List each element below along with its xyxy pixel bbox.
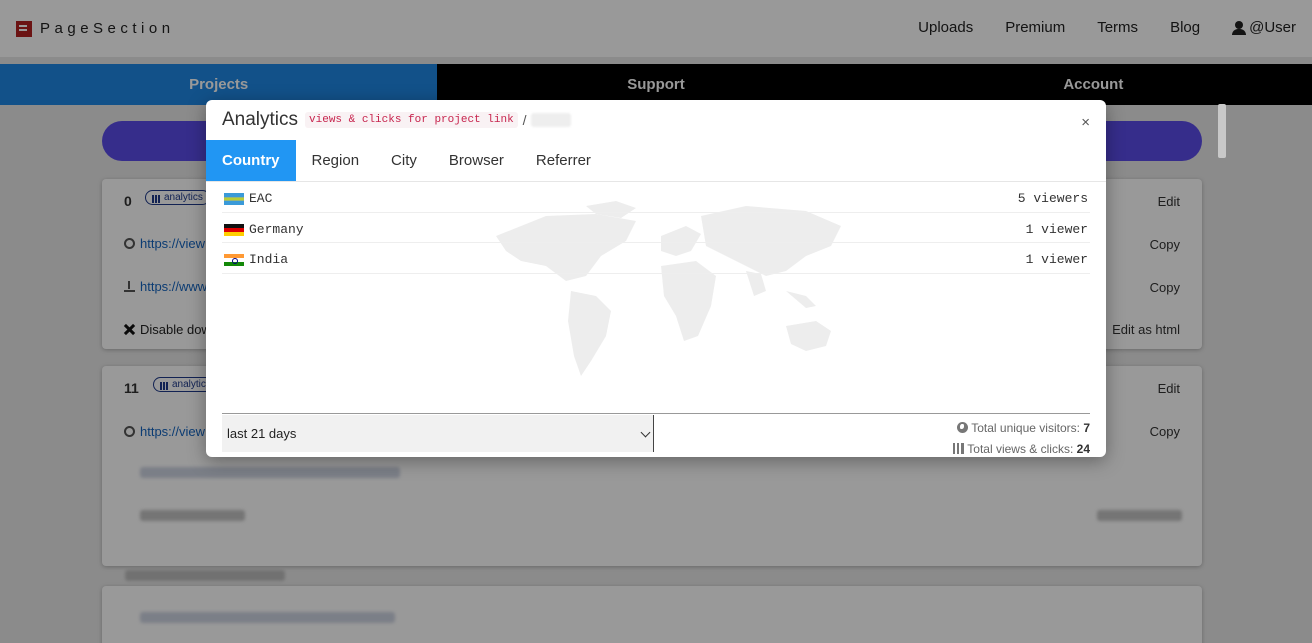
country-name: India — [249, 252, 289, 267]
analytics-totals: Total unique visitors: 7 Total views & c… — [953, 418, 1090, 457]
tab-region[interactable]: Region — [296, 140, 376, 181]
tab-referrer[interactable]: Referrer — [520, 140, 607, 181]
total-visitors-label: Total unique visitors: — [971, 421, 1080, 435]
list-item: EAC 5 viewers — [222, 182, 1090, 213]
modal-header: Analytics views & clicks for project lin… — [222, 109, 571, 131]
viewer-count: 1 viewer — [1025, 221, 1088, 237]
tab-city[interactable]: City — [375, 140, 433, 181]
close-button[interactable]: × — [1081, 114, 1090, 131]
total-views: Total views & clicks: 24 — [953, 439, 1090, 457]
flag-eac-icon — [224, 193, 244, 205]
tab-browser[interactable]: Browser — [433, 140, 520, 181]
redacted-link-name — [530, 113, 571, 127]
country-list: EAC 5 viewers Germany 1 viewer India 1 v… — [222, 182, 1090, 274]
flag-germany-icon — [224, 223, 244, 236]
bar-chart-icon — [953, 443, 965, 454]
list-item: Germany 1 viewer — [222, 213, 1090, 243]
viewer-count: 5 viewers — [1017, 191, 1088, 206]
flag-india-icon — [224, 254, 244, 266]
modal-subtitle: views & clicks for project link — [305, 112, 518, 128]
chevron-down-icon — [640, 427, 651, 438]
total-visitors: Total unique visitors: 7 — [953, 418, 1090, 439]
list-item: India 1 viewer — [222, 243, 1090, 274]
total-views-label: Total views & clicks: — [967, 442, 1074, 456]
viewer-count: 1 viewer — [1025, 252, 1088, 267]
country-name: EAC — [249, 191, 273, 206]
globe-icon — [957, 422, 969, 433]
tab-country[interactable]: Country — [206, 140, 296, 181]
modal-title: Analytics — [222, 109, 299, 130]
modal-path-separator: / — [522, 112, 527, 128]
country-name: Germany — [249, 221, 304, 237]
date-range-value: last 21 days — [227, 426, 297, 441]
total-views-value: 24 — [1076, 442, 1090, 456]
date-range-select[interactable]: last 21 days — [222, 415, 654, 452]
analytics-tabs: Country Region City Browser Referrer — [206, 140, 1106, 182]
page-scrollbar[interactable] — [1218, 104, 1226, 158]
footer-divider — [222, 413, 1090, 414]
analytics-modal: Analytics views & clicks for project lin… — [206, 100, 1106, 457]
total-visitors-value: 7 — [1083, 421, 1090, 435]
